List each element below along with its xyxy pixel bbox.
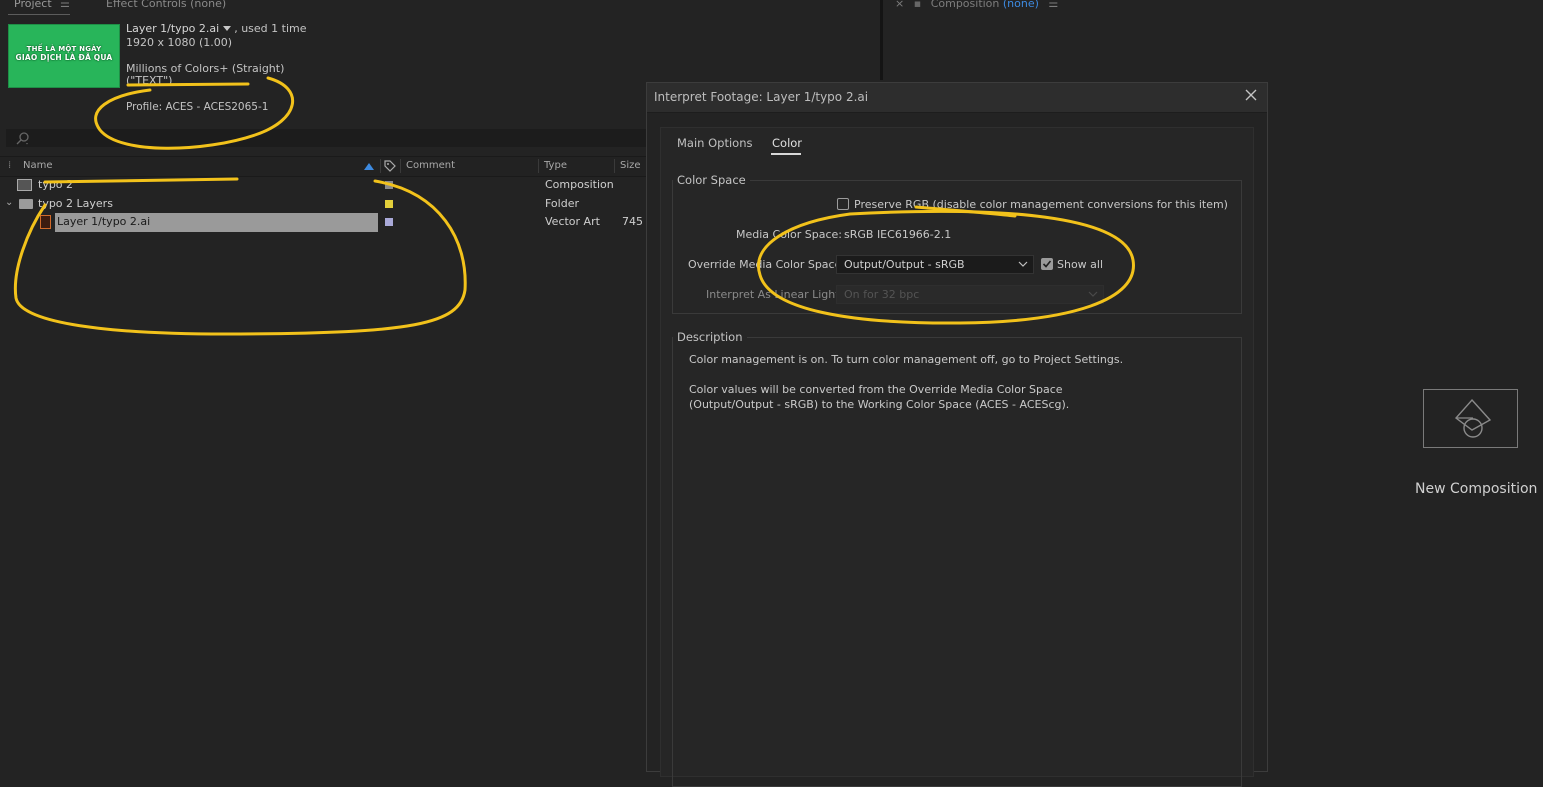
column-comment[interactable]: Comment xyxy=(406,160,455,171)
row-name: typo 2 Layers xyxy=(38,197,113,210)
sort-ascending-icon[interactable] xyxy=(364,163,374,170)
label-color-swatch[interactable] xyxy=(385,218,393,226)
chevron-down-icon[interactable]: ⌄ xyxy=(5,197,13,208)
new-composition-label[interactable]: New Composition xyxy=(1415,481,1537,497)
item-info-line1: Layer 1/typo 2.ai , used 1 time xyxy=(126,22,307,35)
override-color-space-select[interactable]: Output/Output - sRGB xyxy=(836,255,1034,274)
description-line: (Output/Output - sRGB) to the Working Co… xyxy=(689,398,1070,411)
tab-active-underline xyxy=(8,14,70,15)
search-icon xyxy=(16,132,29,145)
project-row-comp[interactable]: typo 2 Composition xyxy=(0,176,646,195)
description-line: Color values will be converted from the … xyxy=(689,383,1063,396)
project-row-folder[interactable]: ⌄ typo 2 Layers Folder xyxy=(0,195,646,214)
row-type: Folder xyxy=(545,197,579,210)
row-name: Layer 1/typo 2.ai xyxy=(57,215,151,228)
item-text-tag: ("TEXT") xyxy=(126,74,173,87)
tab-main-options[interactable]: Main Options xyxy=(677,136,752,150)
item-usage: , used 1 time xyxy=(234,22,307,35)
panel-divider[interactable] xyxy=(880,0,883,80)
tab-color[interactable]: Color xyxy=(772,136,802,150)
chevron-down-icon xyxy=(1088,291,1098,297)
interpret-footage-dialog: Interpret Footage: Layer 1/typo 2.ai Mai… xyxy=(646,82,1268,787)
composition-icon xyxy=(17,179,32,191)
description-group: Description Color management is on. To t… xyxy=(672,330,1242,787)
project-column-header: ⁞ Name Comment Type Size xyxy=(0,156,646,177)
column-name[interactable]: Name xyxy=(23,160,53,171)
linear-light-value: On for 32 bpc xyxy=(844,288,920,301)
thumbnail-text-line1: THẾ LÀ MỘT NGÀY xyxy=(26,45,102,53)
close-icon[interactable] xyxy=(1243,87,1259,103)
folder-icon xyxy=(19,199,33,209)
thumbnail-text-line2: GIAO DỊCH LÀ ĐÃ QUA xyxy=(15,53,113,62)
label-color-swatch[interactable] xyxy=(385,200,393,208)
lock-icon[interactable]: ▪ xyxy=(914,0,921,10)
column-separator[interactable] xyxy=(400,159,401,173)
column-size[interactable]: Size xyxy=(620,160,641,171)
media-color-space-label: Media Color Space: xyxy=(736,228,842,241)
description-line: Color management is on. To turn color ma… xyxy=(689,353,1124,366)
show-all-checkbox[interactable] xyxy=(1041,258,1053,270)
dialog-title: Interpret Footage: Layer 1/typo 2.ai xyxy=(654,90,869,104)
dialog-body: Main Options Color Color Space Preserve … xyxy=(660,127,1254,787)
color-space-group: Color Space Preserve RGB (disable color … xyxy=(672,173,1242,314)
new-composition-button[interactable] xyxy=(1423,389,1518,448)
item-dimensions: 1920 x 1080 (1.00) xyxy=(126,36,233,49)
illustrator-file-icon xyxy=(40,215,51,229)
tab-active-underline xyxy=(771,153,801,155)
tab-effect-controls[interactable]: Effect Controls (none) xyxy=(106,0,226,10)
item-name: Layer 1/typo 2.ai xyxy=(126,22,220,35)
preserve-rgb-checkbox[interactable] xyxy=(837,198,849,210)
footage-thumbnail: THẾ LÀ MỘT NGÀY GIAO DỊCH LÀ ĐÃ QUA xyxy=(8,24,120,88)
row-type: Vector Art xyxy=(545,215,600,228)
project-panel-tabs: Project ☰ Effect Controls (none) xyxy=(0,0,880,15)
column-separator[interactable] xyxy=(380,159,381,173)
row-name: typo 2 xyxy=(38,178,74,191)
composition-tab[interactable]: × ▪ Composition (none) ☰ xyxy=(895,0,1058,10)
label-color-swatch[interactable] xyxy=(385,181,393,189)
media-color-space-value: sRGB IEC61966-2.1 xyxy=(844,228,952,241)
label-tag-icon[interactable] xyxy=(384,160,396,172)
header-grip-icon: ⁞ xyxy=(8,160,12,171)
column-type[interactable]: Type xyxy=(544,160,567,171)
chevron-down-icon xyxy=(1018,261,1028,267)
description-title: Description xyxy=(673,330,747,344)
project-row-footage[interactable]: Layer 1/typo 2.ai Vector Art 745 K xyxy=(0,213,654,232)
composition-tab-value: (none) xyxy=(1002,0,1039,10)
preserve-rgb-label[interactable]: Preserve RGB (disable color management c… xyxy=(854,198,1228,211)
close-icon[interactable]: × xyxy=(895,0,904,10)
show-all-label[interactable]: Show all xyxy=(1057,258,1103,271)
new-composition-icon xyxy=(1454,398,1492,438)
column-separator[interactable] xyxy=(614,159,615,173)
override-color-space-value: Output/Output - sRGB xyxy=(844,258,965,271)
row-type: Composition xyxy=(545,178,614,191)
row-name-cell[interactable]: Layer 1/typo 2.ai xyxy=(55,213,378,232)
dialog-titlebar[interactable]: Interpret Footage: Layer 1/typo 2.ai xyxy=(647,83,1267,113)
item-profile: Profile: ACES - ACES2065-1 xyxy=(126,101,269,113)
linear-light-label: Interpret As Linear Light: xyxy=(706,288,844,301)
tab-project[interactable]: Project xyxy=(14,0,52,10)
checkmark-icon xyxy=(1042,260,1052,268)
linear-light-select: On for 32 bpc xyxy=(836,285,1104,304)
project-menu-icon[interactable]: ☰ xyxy=(60,0,70,10)
override-color-space-label: Override Media Color Space: xyxy=(688,258,846,271)
project-search-input[interactable] xyxy=(6,129,646,147)
composition-tab-label: Composition xyxy=(930,0,1000,10)
column-separator[interactable] xyxy=(538,159,539,173)
color-space-title: Color Space xyxy=(673,173,750,187)
composition-menu-icon[interactable]: ☰ xyxy=(1048,0,1058,10)
usage-dropdown-icon[interactable] xyxy=(223,26,232,31)
